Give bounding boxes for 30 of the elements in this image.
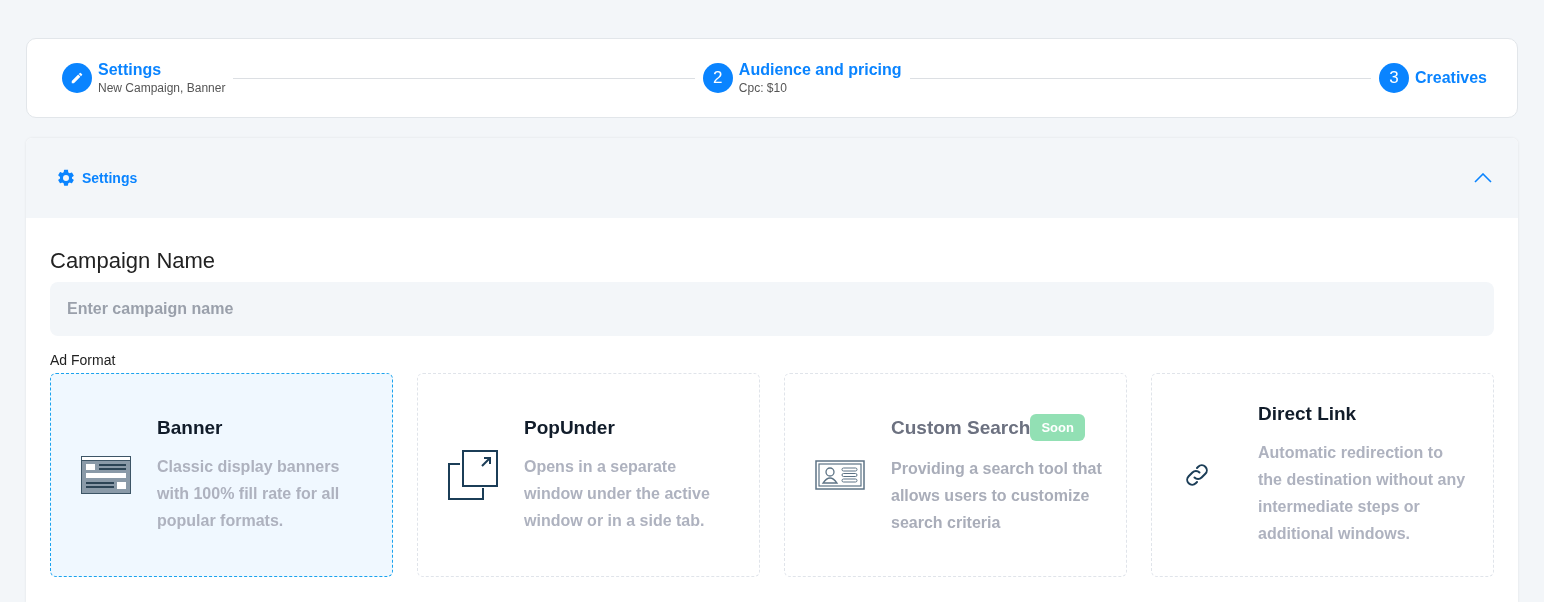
card-title: Direct Link [1258,403,1357,425]
card-description: Opens in a separate window under the active window or in a side tab. [524,456,711,531]
field-label: Ad Format [50,352,117,368]
step-subtitle: Cpc: $10 [738,81,788,95]
card-title: Banner [157,416,223,439]
step-title[interactable]: Settings [98,61,226,79]
banner-icon [81,456,131,494]
step-title[interactable]: Audience and pricing [738,61,902,79]
panel-header[interactable]: Settings [26,138,1518,218]
card-description: Providing a search tool that allows users to customize search criteria [891,459,1102,533]
soon-badge: Soon [1030,414,1085,441]
panel-title: Settings [82,170,139,186]
step-number: 2 [702,63,733,93]
card-description: Automatic redirection to the destination without any intermediate steps or additional windows. [1258,443,1467,544]
card-title: PopUnder [524,416,615,439]
ad-format-card[interactable]: PopUnder Opens in a separate window under the active window or in a side tab. [417,373,760,577]
step-subtitle: New Campaign, Banner [98,81,226,95]
card-title: Custom Search [891,416,1031,439]
ad-format-card[interactable]: Banner Classic display banners with 100% fill rate for all popular formats. [50,373,393,577]
profile-card-icon [815,460,865,490]
step-title[interactable]: Creatives [1414,69,1487,87]
chevron-icon[interactable] [1474,173,1492,183]
ad-format-card[interactable]: Direct Link Automatic redirection to the destination without any intermediate steps or additional windows. [1151,373,1494,577]
settings-icon [56,168,76,188]
pencil-icon [62,63,92,93]
campaign-name-field[interactable]: Enter campaign name [50,282,1494,336]
card-description: Classic display banners with 100% fill rate for all popular formats. [157,456,341,531]
step-number: 3 [1378,63,1409,93]
windows-icon [448,450,498,500]
field-label: Campaign Name [50,248,217,274]
